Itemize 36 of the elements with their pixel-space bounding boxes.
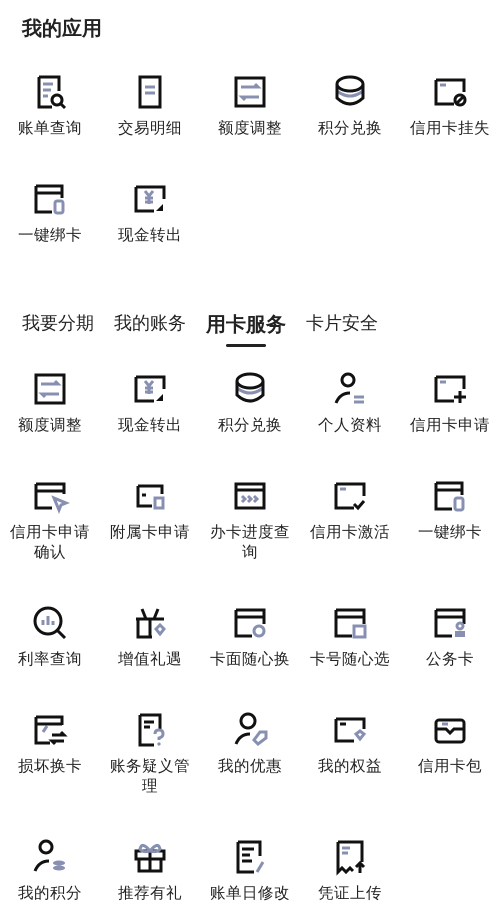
service-item[interactable]: 账单日修改 (200, 837, 300, 903)
service-item[interactable]: 推荐有礼 (100, 837, 200, 903)
service-item[interactable]: 利率查询 (0, 603, 100, 669)
service-item[interactable]: 损坏换卡 (0, 710, 100, 796)
service-item[interactable]: 附属卡申请 (100, 476, 200, 562)
service-item[interactable]: 信用卡激活 (300, 476, 400, 562)
service-item[interactable]: 我的优惠 (200, 710, 300, 796)
service-item[interactable]: 账单查询 (0, 72, 100, 138)
tab[interactable]: 用卡服务 (196, 311, 296, 347)
service-item[interactable]: 账务疑义管理 (100, 710, 200, 796)
tab[interactable]: 卡片安全 (296, 311, 388, 347)
service-item[interactable]: 一键绑卡 (400, 476, 500, 562)
service-item[interactable]: 增值礼遇 (100, 603, 200, 669)
service-item[interactable]: 额度调整 (0, 369, 100, 435)
tab[interactable]: 我要分期 (12, 311, 104, 347)
service-item[interactable]: 信用卡包 (400, 710, 500, 796)
service-item[interactable]: 凭证上传 (300, 837, 400, 903)
service-item[interactable]: 额度调整 (200, 72, 300, 138)
service-item[interactable]: 信用卡挂失 (400, 72, 500, 138)
service-item[interactable]: 卡面随心换 (200, 603, 300, 669)
service-item[interactable]: 公务卡 (400, 603, 500, 669)
service-item[interactable]: 现金转出 (100, 179, 200, 245)
tab[interactable]: 我的账务 (104, 311, 196, 347)
service-item[interactable]: 办卡进度查询 (200, 476, 300, 562)
service-item[interactable]: 积分兑换 (200, 369, 300, 435)
service-item[interactable]: 一键绑卡 (0, 179, 100, 245)
service-item[interactable]: 积分兑换 (300, 72, 400, 138)
service-item[interactable]: 卡号随心选 (300, 603, 400, 669)
service-item[interactable]: 个人资料 (300, 369, 400, 435)
service-item[interactable]: 我的权益 (300, 710, 400, 796)
section-title: 我的应用 (22, 15, 103, 42)
service-item[interactable]: 信用卡申请确认 (0, 476, 100, 562)
service-item[interactable]: 交易明细 (100, 72, 200, 138)
service-item[interactable]: 信用卡申请 (400, 369, 500, 435)
service-item[interactable]: 现金转出 (100, 369, 200, 435)
service-item[interactable]: 我的积分 (0, 837, 100, 903)
